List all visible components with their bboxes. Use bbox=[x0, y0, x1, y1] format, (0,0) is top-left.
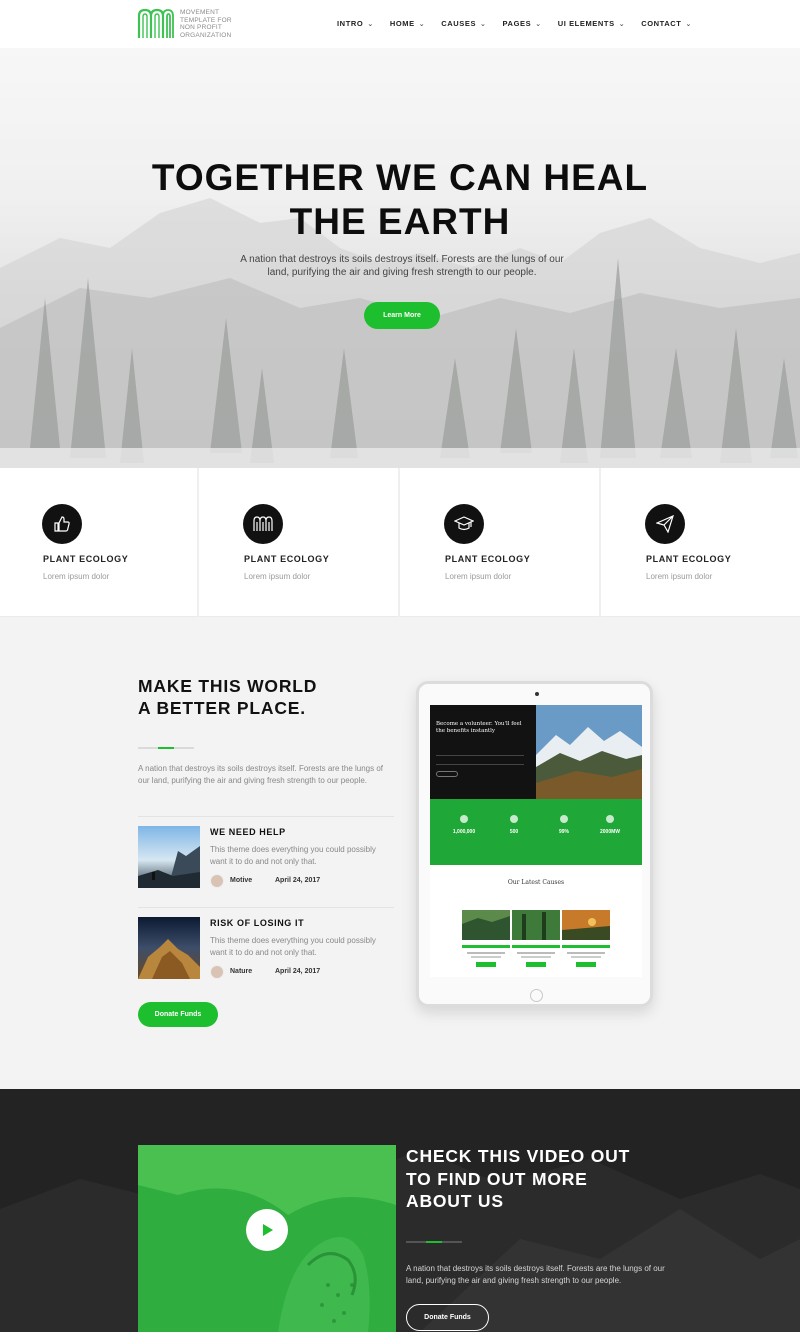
feature-card: PLANT ECOLOGY Lorem ipsum dolor bbox=[201, 468, 400, 617]
nav-item-pages[interactable]: PAGES ⌄ bbox=[503, 19, 542, 28]
screen-cause-card bbox=[562, 910, 610, 970]
screen-stat: 99% bbox=[544, 815, 584, 835]
screen-causes-title: Our Latest Causes bbox=[507, 879, 565, 886]
play-button[interactable] bbox=[246, 1209, 288, 1251]
main-nav: INTRO ⌄ HOME ⌄ CAUSES ⌄ PAGES ⌄ UI ELEMENTS ⌄… bbox=[337, 19, 708, 28]
post-author: Motive bbox=[230, 877, 253, 884]
post-title: WE NEED HELP bbox=[210, 827, 286, 837]
site-header: MOVEMENT TEMPLATE FOR NON PROFIT ORGANIZ… bbox=[0, 0, 800, 48]
stat-value: 2000MW bbox=[599, 829, 620, 835]
screen-hero-panel: Become a volunteer. You'll feel the bene… bbox=[430, 705, 536, 799]
thumbs-up-icon bbox=[42, 504, 82, 544]
nav-label: CAUSES bbox=[441, 19, 477, 28]
video-section-title: CHECK THIS VIDEO OUT TO FIND OUT MORE AB… bbox=[406, 1145, 686, 1213]
nav-label: INTRO bbox=[337, 19, 364, 28]
chevron-down-icon: ⌄ bbox=[618, 20, 626, 28]
section-title-line: A BETTER PLACE. bbox=[138, 698, 306, 718]
nav-item-home[interactable]: HOME ⌄ bbox=[390, 19, 425, 28]
hero-subtitle: A nation that destroys its soils destroy… bbox=[240, 254, 564, 278]
section-title-line: MAKE THIS WORLD bbox=[138, 676, 318, 696]
stat-value: 1,000,000 bbox=[452, 829, 476, 835]
screen-text-lines bbox=[436, 755, 524, 765]
section-text: A nation that destroys its soils destroy… bbox=[138, 764, 384, 785]
screen-headline: Become a volunteer. You'll feel the bene… bbox=[436, 721, 522, 734]
nav-item-contact[interactable]: CONTACT ⌄ bbox=[641, 19, 692, 28]
donate-funds-button[interactable]: Donate Funds bbox=[138, 1002, 218, 1027]
chevron-down-icon: ⌄ bbox=[418, 20, 426, 28]
post-excerpt: This theme does everything you could pos… bbox=[210, 936, 376, 957]
nav-label: PAGES bbox=[502, 19, 532, 28]
divider bbox=[138, 747, 194, 749]
list-item[interactable]: WE NEED HELP This theme does everything … bbox=[138, 816, 394, 906]
post-thumbnail bbox=[138, 826, 200, 888]
donate-funds-outline-button[interactable]: Donate Funds bbox=[406, 1304, 489, 1331]
hero-section: TOGETHER WE CAN HEAL THE EARTH A nation … bbox=[0, 48, 800, 468]
feature-title: PLANT ECOLOGY bbox=[445, 554, 531, 564]
nav-item-ui-elements[interactable]: UI ELEMENTS ⌄ bbox=[558, 19, 626, 28]
screen-stats-band: 1,000,000 500 99% 2000MW bbox=[430, 799, 642, 865]
stat-value: 99% bbox=[558, 829, 569, 835]
stat-value: 500 bbox=[509, 829, 519, 835]
logo-m-icon bbox=[137, 8, 174, 38]
divider bbox=[406, 1241, 462, 1243]
tablet-screen: Become a volunteer. You'll feel the bene… bbox=[430, 705, 642, 977]
post-date: April 24, 2017 bbox=[275, 877, 321, 884]
hero-title-line: THE EARTH bbox=[289, 201, 511, 242]
logo[interactable]: MOVEMENT TEMPLATE FOR NON PROFIT ORGANIZ… bbox=[137, 8, 244, 40]
screen-button bbox=[436, 771, 458, 777]
chevron-down-icon: ⌄ bbox=[480, 20, 487, 28]
graduation-cap-icon bbox=[444, 504, 484, 544]
feature-card: PLANT ECOLOGY Lorem ipsum dolor bbox=[0, 468, 199, 617]
about-section: MAKE THIS WORLD A BETTER PLACE. A nation… bbox=[0, 617, 800, 1089]
logo-text: MOVEMENT TEMPLATE FOR NON PROFIT ORGANIZ… bbox=[180, 9, 232, 39]
avatar bbox=[210, 874, 224, 888]
post-excerpt: This theme does everything you could pos… bbox=[210, 845, 376, 866]
tablet-camera bbox=[535, 692, 539, 696]
feature-title: PLANT ECOLOGY bbox=[244, 554, 330, 564]
learn-more-button[interactable]: Learn More bbox=[364, 302, 440, 329]
screen-stat: 500 bbox=[494, 815, 534, 835]
logo-m-icon bbox=[243, 504, 283, 544]
feature-title: PLANT ECOLOGY bbox=[43, 554, 129, 564]
feature-text: Lorem ipsum dolor bbox=[445, 572, 512, 581]
post-thumbnail bbox=[138, 917, 200, 979]
nav-label: CONTACT bbox=[641, 19, 682, 28]
screen-stat: 2000MW bbox=[590, 815, 630, 835]
video-title-line: TO FIND OUT MORE bbox=[406, 1168, 588, 1189]
screen-cause-card bbox=[512, 910, 560, 970]
chevron-down-icon: ⌄ bbox=[685, 20, 692, 28]
video-title-line: ABOUT US bbox=[406, 1191, 504, 1211]
chevron-down-icon: ⌄ bbox=[535, 20, 542, 28]
screen-mountain-image bbox=[536, 705, 642, 799]
video-section: CHECK THIS VIDEO OUT TO FIND OUT MORE AB… bbox=[0, 1089, 800, 1332]
video-section-text: A nation that destroys its soils destroy… bbox=[406, 1264, 665, 1285]
hero-title-line: TOGETHER WE CAN HEAL bbox=[151, 157, 649, 198]
feature-text: Lorem ipsum dolor bbox=[646, 572, 713, 581]
section-title: MAKE THIS WORLD A BETTER PLACE. bbox=[138, 675, 378, 719]
paper-plane-icon bbox=[645, 504, 685, 544]
feature-title: PLANT ECOLOGY bbox=[646, 554, 732, 564]
list-item[interactable]: RISK OF LOSING IT This theme does everyt… bbox=[138, 907, 394, 993]
nav-label: HOME bbox=[389, 19, 415, 28]
screen-stat: 1,000,000 bbox=[444, 815, 484, 835]
video-title-line: CHECK THIS VIDEO OUT bbox=[406, 1146, 631, 1166]
post-title: RISK OF LOSING IT bbox=[210, 918, 305, 928]
nav-item-intro[interactable]: INTRO ⌄ bbox=[337, 19, 374, 28]
avatar bbox=[210, 965, 224, 979]
feature-text: Lorem ipsum dolor bbox=[43, 572, 110, 581]
tablet-mockup: Become a volunteer. You'll feel the bene… bbox=[416, 681, 653, 1007]
features-section: PLANT ECOLOGY Lorem ipsum dolor PLANT EC… bbox=[0, 468, 800, 617]
nav-label: UI ELEMENTS bbox=[557, 19, 615, 28]
feature-card: PLANT ECOLOGY Lorem ipsum dolor bbox=[603, 468, 800, 617]
post-date: April 24, 2017 bbox=[275, 968, 321, 975]
screen-cause-card bbox=[462, 910, 510, 970]
post-author: Nature bbox=[230, 968, 253, 975]
feature-card: PLANT ECOLOGY Lorem ipsum dolor bbox=[402, 468, 601, 617]
play-icon bbox=[263, 1224, 273, 1236]
chevron-down-icon: ⌄ bbox=[367, 20, 374, 28]
hero-title: TOGETHER WE CAN HEAL THE EARTH bbox=[0, 156, 800, 244]
nav-item-causes[interactable]: CAUSES ⌄ bbox=[441, 19, 486, 28]
feature-text: Lorem ipsum dolor bbox=[244, 572, 311, 581]
tablet-home-button bbox=[530, 989, 543, 1002]
